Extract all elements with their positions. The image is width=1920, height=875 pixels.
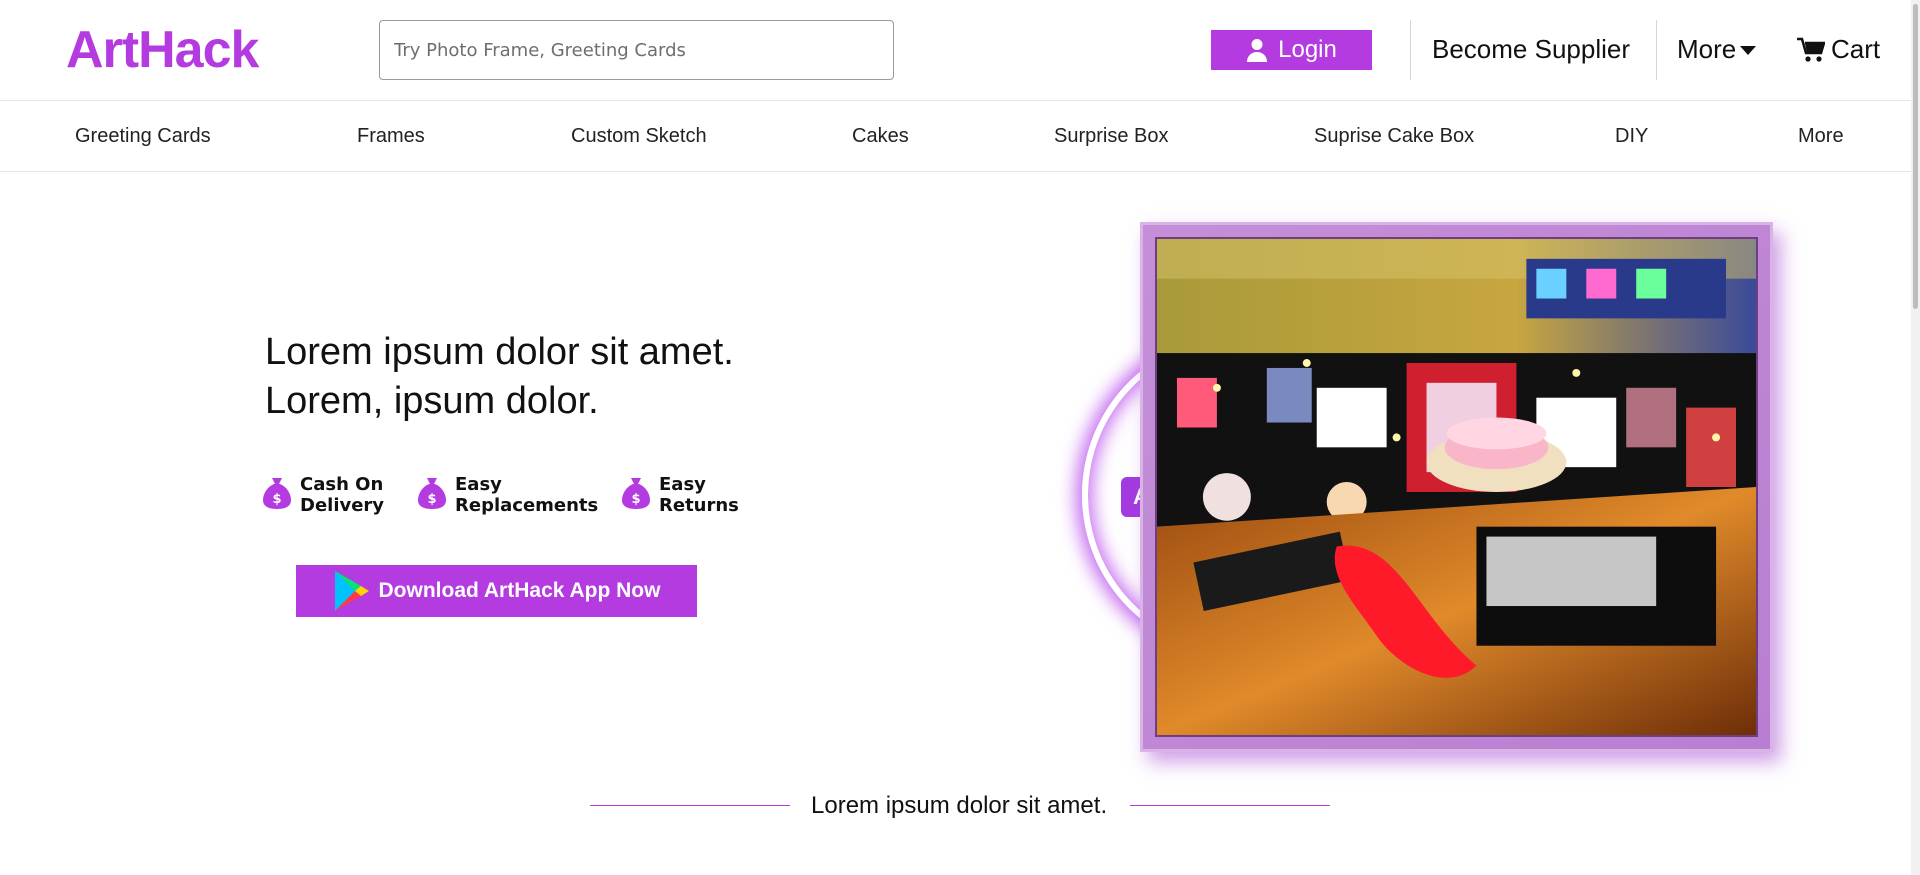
surprise-box-photo bbox=[1157, 239, 1756, 735]
header-divider bbox=[1656, 20, 1657, 80]
hero-title-line: Lorem, ipsum dolor. bbox=[265, 380, 599, 422]
login-label: Login bbox=[1278, 36, 1337, 63]
section-divider-left bbox=[590, 805, 790, 806]
google-play-icon bbox=[334, 571, 369, 611]
money-bag-icon: $ bbox=[622, 478, 650, 509]
feature-line: Delivery bbox=[300, 495, 385, 516]
download-label: Download ArtHack App Now bbox=[378, 579, 661, 602]
svg-text:$: $ bbox=[272, 492, 281, 507]
category-surprise-box[interactable]: Surprise Box bbox=[1054, 125, 1169, 148]
become-supplier-link[interactable]: Become Supplier bbox=[1432, 34, 1630, 65]
caret-down-icon bbox=[1740, 45, 1757, 55]
feature-easy-returns: $ Easy Returns bbox=[621, 474, 739, 516]
site-header: ArtHack Login Become Supplier More Cart bbox=[0, 0, 1920, 101]
hero-photo-frame bbox=[1140, 222, 1773, 752]
feature-line: Cash On bbox=[300, 474, 384, 495]
more-menu[interactable]: More bbox=[1677, 34, 1757, 65]
money-bag-icon: $ bbox=[263, 478, 291, 509]
feature-line: Easy bbox=[455, 474, 502, 495]
category-nav: Greeting Cards Frames Custom Sketch Cake… bbox=[0, 101, 1920, 172]
category-diy[interactable]: DIY bbox=[1615, 125, 1648, 148]
header-divider bbox=[1410, 20, 1411, 80]
svg-text:$: $ bbox=[631, 492, 640, 507]
category-more[interactable]: More bbox=[1798, 125, 1844, 148]
category-greeting-cards[interactable]: Greeting Cards bbox=[75, 125, 211, 148]
hero-photo bbox=[1155, 237, 1758, 737]
category-frames[interactable]: Frames bbox=[357, 125, 425, 148]
money-bag-icon: $ bbox=[418, 478, 446, 509]
section-divider-right bbox=[1130, 805, 1330, 806]
download-app-button[interactable]: Download ArtHack App Now bbox=[296, 565, 697, 617]
cart-label: Cart bbox=[1831, 34, 1881, 64]
brand-logo[interactable]: ArtHack bbox=[66, 20, 259, 80]
search-input[interactable] bbox=[379, 20, 894, 80]
more-label: More bbox=[1677, 34, 1737, 64]
category-custom-sketch[interactable]: Custom Sketch bbox=[571, 125, 707, 148]
feature-easy-replacements: $ Easy Replacements bbox=[417, 474, 598, 516]
login-button[interactable]: Login bbox=[1211, 30, 1372, 70]
feature-cash-on-delivery: $ Cash On Delivery bbox=[262, 474, 384, 516]
hero-title-line: Lorem ipsum dolor sit amet. bbox=[265, 331, 734, 373]
scrollbar-thumb[interactable] bbox=[1913, 4, 1918, 309]
svg-text:$: $ bbox=[427, 492, 436, 507]
cart-icon bbox=[1797, 37, 1825, 62]
feature-line: Returns bbox=[659, 495, 739, 516]
category-cakes[interactable]: Cakes bbox=[852, 125, 909, 148]
feature-line: Easy bbox=[659, 474, 706, 495]
hero-title: Lorem ipsum dolor sit amet. Lorem, ipsum… bbox=[265, 328, 734, 426]
category-suprise-cake-box[interactable]: Suprise Cake Box bbox=[1314, 125, 1474, 148]
section-title: Lorem ipsum dolor sit amet. bbox=[811, 792, 1108, 819]
feature-line: Replacements bbox=[455, 495, 599, 516]
cart-link[interactable]: Cart bbox=[1797, 34, 1880, 65]
user-icon bbox=[1247, 39, 1268, 62]
